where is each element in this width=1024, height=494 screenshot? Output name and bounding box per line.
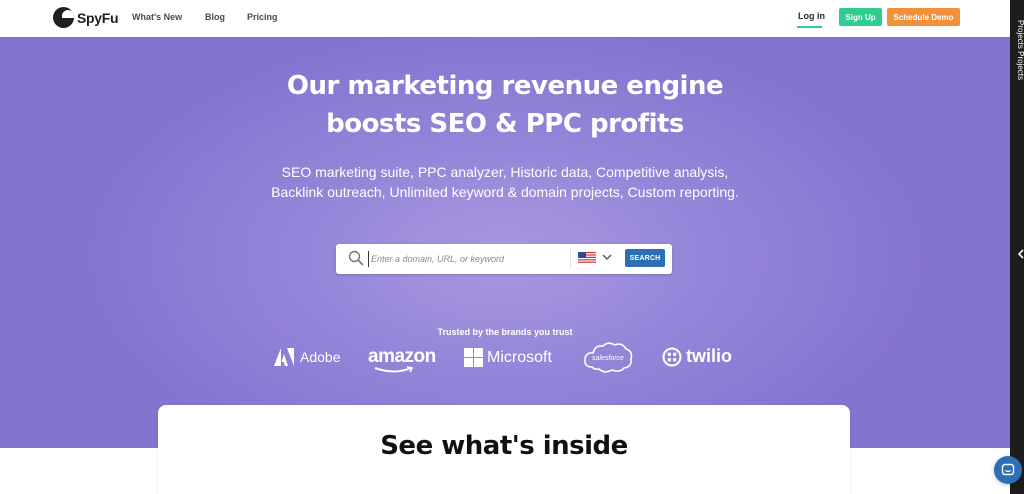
salesforce-logo: salesforce: [584, 342, 633, 373]
chevron-down-icon[interactable]: [602, 253, 612, 261]
search-bar: SEARCH: [336, 244, 672, 274]
nav-link-blog[interactable]: Blog: [205, 12, 225, 22]
login-underline: [797, 26, 822, 28]
hero-title: Our marketing revenue engine boosts SEO …: [0, 67, 1010, 143]
twilio-icon: [662, 347, 682, 366]
amazon-label: amazon: [368, 346, 436, 367]
nav-link-pricing[interactable]: Pricing: [247, 12, 278, 22]
logo-text: SpyFu: [77, 9, 119, 26]
hero-title-line2: boosts SEO & PPC profits: [326, 109, 684, 139]
adobe-label: Adobe: [300, 349, 341, 365]
microsoft-logo: Microsoft: [464, 348, 552, 367]
microsoft-icon: [464, 348, 483, 367]
nav-link-whats-new[interactable]: What's New: [132, 12, 182, 22]
features-card: See what's inside: [158, 405, 850, 494]
spyfu-logo-icon: [53, 7, 74, 28]
salesforce-label: salesforce: [592, 355, 624, 362]
card-title: See what's inside: [380, 431, 628, 461]
search-input[interactable]: [368, 251, 564, 267]
chevron-left-icon[interactable]: [1017, 249, 1024, 259]
hero-title-line1: Our marketing revenue engine: [286, 71, 724, 101]
microsoft-label: Microsoft: [487, 348, 552, 366]
hero-section: Our marketing revenue engine boosts SEO …: [0, 37, 1010, 448]
schedule-demo-button[interactable]: Schedule Demo: [887, 8, 960, 26]
login-link[interactable]: Log in: [798, 11, 825, 21]
adobe-logo: Adobe: [274, 348, 340, 366]
amazon-logo: amazon: [368, 346, 436, 373]
us-flag-icon[interactable]: [578, 252, 596, 264]
amazon-smile-icon: [374, 366, 414, 373]
hero-subtitle: SEO marketing suite, PPC analyzer, Histo…: [271, 164, 739, 200]
twilio-label: twilio: [686, 346, 732, 366]
chat-button[interactable]: [994, 456, 1022, 484]
top-nav: SpyFu What's New Blog Pricing Log in Sig…: [0, 0, 1010, 37]
spyfu-logo[interactable]: SpyFu: [53, 7, 119, 28]
trusted-heading: Trusted by the brands you trust: [437, 327, 573, 337]
side-panel-label[interactable]: Projects Projects: [1016, 20, 1024, 80]
signup-button[interactable]: Sign Up: [839, 8, 882, 26]
twilio-logo: twilio: [662, 346, 732, 367]
search-divider: [570, 249, 571, 269]
search-icon: [348, 250, 364, 266]
search-button[interactable]: SEARCH: [625, 249, 665, 267]
adobe-icon: [274, 348, 294, 366]
chat-icon: [1001, 463, 1015, 476]
